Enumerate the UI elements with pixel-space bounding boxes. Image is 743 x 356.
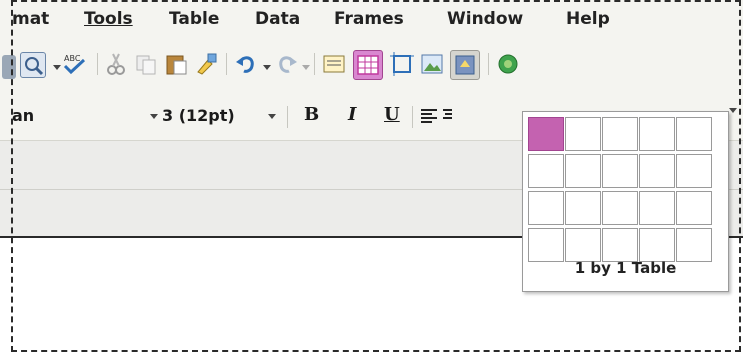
table-size-cell[interactable] [602,117,638,151]
menu-window[interactable]: Window [447,9,523,29]
table-size-cell[interactable] [676,117,712,151]
table-size-cell[interactable] [639,228,675,262]
font-size-select[interactable]: 3 (12pt) [162,106,235,125]
toolbar-separator [226,53,227,75]
table-size-cell[interactable] [602,228,638,262]
chevron-down-icon[interactable] [268,114,276,119]
table-size-cell[interactable] [528,191,564,225]
insert-table-button[interactable] [353,50,383,80]
menu-table[interactable]: Table [169,9,219,29]
table-size-cell[interactable] [565,154,601,188]
table-size-cell[interactable] [676,154,712,188]
print-icon[interactable] [2,55,16,79]
menu-format[interactable]: mat [12,9,49,29]
chevron-down-icon[interactable] [302,65,310,70]
italic-button[interactable]: I [348,104,356,125]
chevron-down-icon[interactable] [729,108,737,113]
chevron-down-icon[interactable] [150,114,158,119]
svg-text:ABC: ABC [64,54,81,63]
toolbar-separator [412,106,413,128]
toolbar-separator [488,53,489,75]
bold-button[interactable]: B [304,104,319,125]
menu-bar: mat Tools Table Data Frames Window Help [0,0,743,38]
align-left-icon[interactable] [420,108,438,124]
undo-icon[interactable] [234,52,258,76]
redo-icon[interactable] [275,52,299,76]
toolbar-separator [97,53,98,75]
align-center-icon[interactable] [442,108,452,124]
format-painter-icon[interactable] [194,52,218,76]
frame-icon[interactable] [390,52,414,76]
table-size-cell[interactable] [639,117,675,151]
toolbar-separator [287,106,288,128]
standard-toolbar: ABC [0,38,743,94]
table-size-cell[interactable] [565,117,601,151]
table-icon [357,55,379,75]
table-size-cell[interactable] [602,191,638,225]
font-name-select[interactable]: an [12,106,34,125]
special-icon[interactable] [450,50,480,80]
spellcheck-icon[interactable]: ABC [62,52,86,76]
table-size-cell[interactable] [639,154,675,188]
table-size-cell[interactable] [528,228,564,262]
image-icon[interactable] [420,52,444,76]
menu-frames[interactable]: Frames [334,9,404,29]
menu-tools[interactable]: Tools [84,9,133,29]
table-size-cell[interactable] [676,228,712,262]
table-size-cell[interactable] [565,191,601,225]
hyperlink-icon[interactable] [496,52,520,76]
table-size-cell[interactable] [676,191,712,225]
table-size-cell[interactable] [602,154,638,188]
table-size-picker: 1 by 1 Table [522,111,729,292]
table-size-label: 1 by 1 Table [574,259,677,277]
underline-button[interactable]: U [384,104,400,125]
copy-icon[interactable] [134,52,158,76]
chevron-down-icon[interactable] [53,65,61,70]
toolbar-separator [314,53,315,75]
cut-icon[interactable] [104,52,128,76]
menu-help[interactable]: Help [566,9,610,29]
table-size-cell[interactable] [565,228,601,262]
table-size-cell[interactable] [639,191,675,225]
table-size-cell[interactable] [528,117,564,151]
print-preview-icon[interactable] [20,52,46,78]
insert-text-icon[interactable] [322,52,346,76]
chevron-down-icon[interactable] [263,65,271,70]
menu-data[interactable]: Data [255,9,300,29]
table-size-cell[interactable] [528,154,564,188]
paste-icon[interactable] [164,52,188,76]
